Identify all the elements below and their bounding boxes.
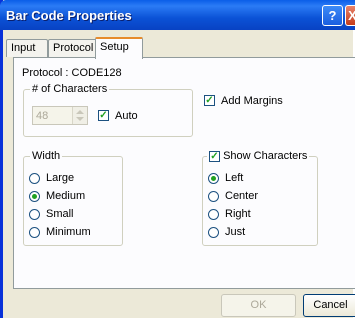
show-characters-legend: ✓ Show Characters [207,150,310,162]
window-title: Bar Code Properties [6,8,132,23]
spin-up-icon[interactable] [76,110,84,114]
tab-protocol[interactable]: Protocol [48,39,97,57]
add-margins-label: Add Margins [221,95,283,107]
width-group: Width Large Medium Small Minimum [23,150,123,246]
tab-setup[interactable]: Setup [95,37,143,59]
align-center-label: Center [225,190,259,202]
ok-button[interactable]: OK [221,294,296,317]
align-just-radio[interactable] [208,227,219,238]
spin-down-icon[interactable] [76,117,84,121]
tab-input[interactable]: Input [6,39,48,57]
cancel-button[interactable]: Cancel [303,294,355,317]
align-left-radio[interactable] [208,173,219,184]
chars-value: 48 [36,110,49,122]
chars-group-label: # of Characters [30,83,110,95]
close-button[interactable]: X [345,5,355,26]
width-small-radio[interactable] [29,209,40,220]
auto-checkbox[interactable]: ✓ [98,110,109,121]
width-medium-radio[interactable] [29,191,40,202]
width-large-radio[interactable] [29,173,40,184]
width-minimum-label: Minimum [46,226,91,238]
chars-spinner[interactable]: 48 [32,106,88,125]
width-medium-label: Medium [46,190,86,202]
title-bar[interactable]: Bar Code Properties ? X [0,0,355,30]
width-group-label: Width [30,150,63,162]
protocol-label: Protocol : CODE128 [22,67,122,79]
align-left-label: Left [225,172,244,184]
add-margins-checkbox[interactable]: ✓ [204,95,215,106]
spinner-buttons[interactable] [72,107,87,124]
show-characters-label: Show Characters [223,150,308,162]
show-characters-group: ✓ Show Characters Left Center Right Just [202,150,318,246]
radio-selected-dot [32,194,37,199]
help-button[interactable]: ? [322,5,343,26]
dialog-window: Bar Code Properties ? X Input Protocol S… [0,0,355,318]
radio-selected-dot [211,176,216,181]
setup-panel: Protocol : CODE128 # of Characters 48 ✓ … [13,57,355,289]
chars-group: # of Characters 48 ✓ Auto [23,83,193,137]
align-right-radio[interactable] [208,209,219,220]
align-right-label: Right [225,208,251,220]
width-small-label: Small [46,208,74,220]
align-center-radio[interactable] [208,191,219,202]
width-minimum-radio[interactable] [29,227,40,238]
align-just-label: Just [225,226,246,238]
show-characters-checkbox[interactable]: ✓ [209,150,220,162]
width-large-label: Large [46,172,75,184]
auto-label: Auto [115,110,138,122]
